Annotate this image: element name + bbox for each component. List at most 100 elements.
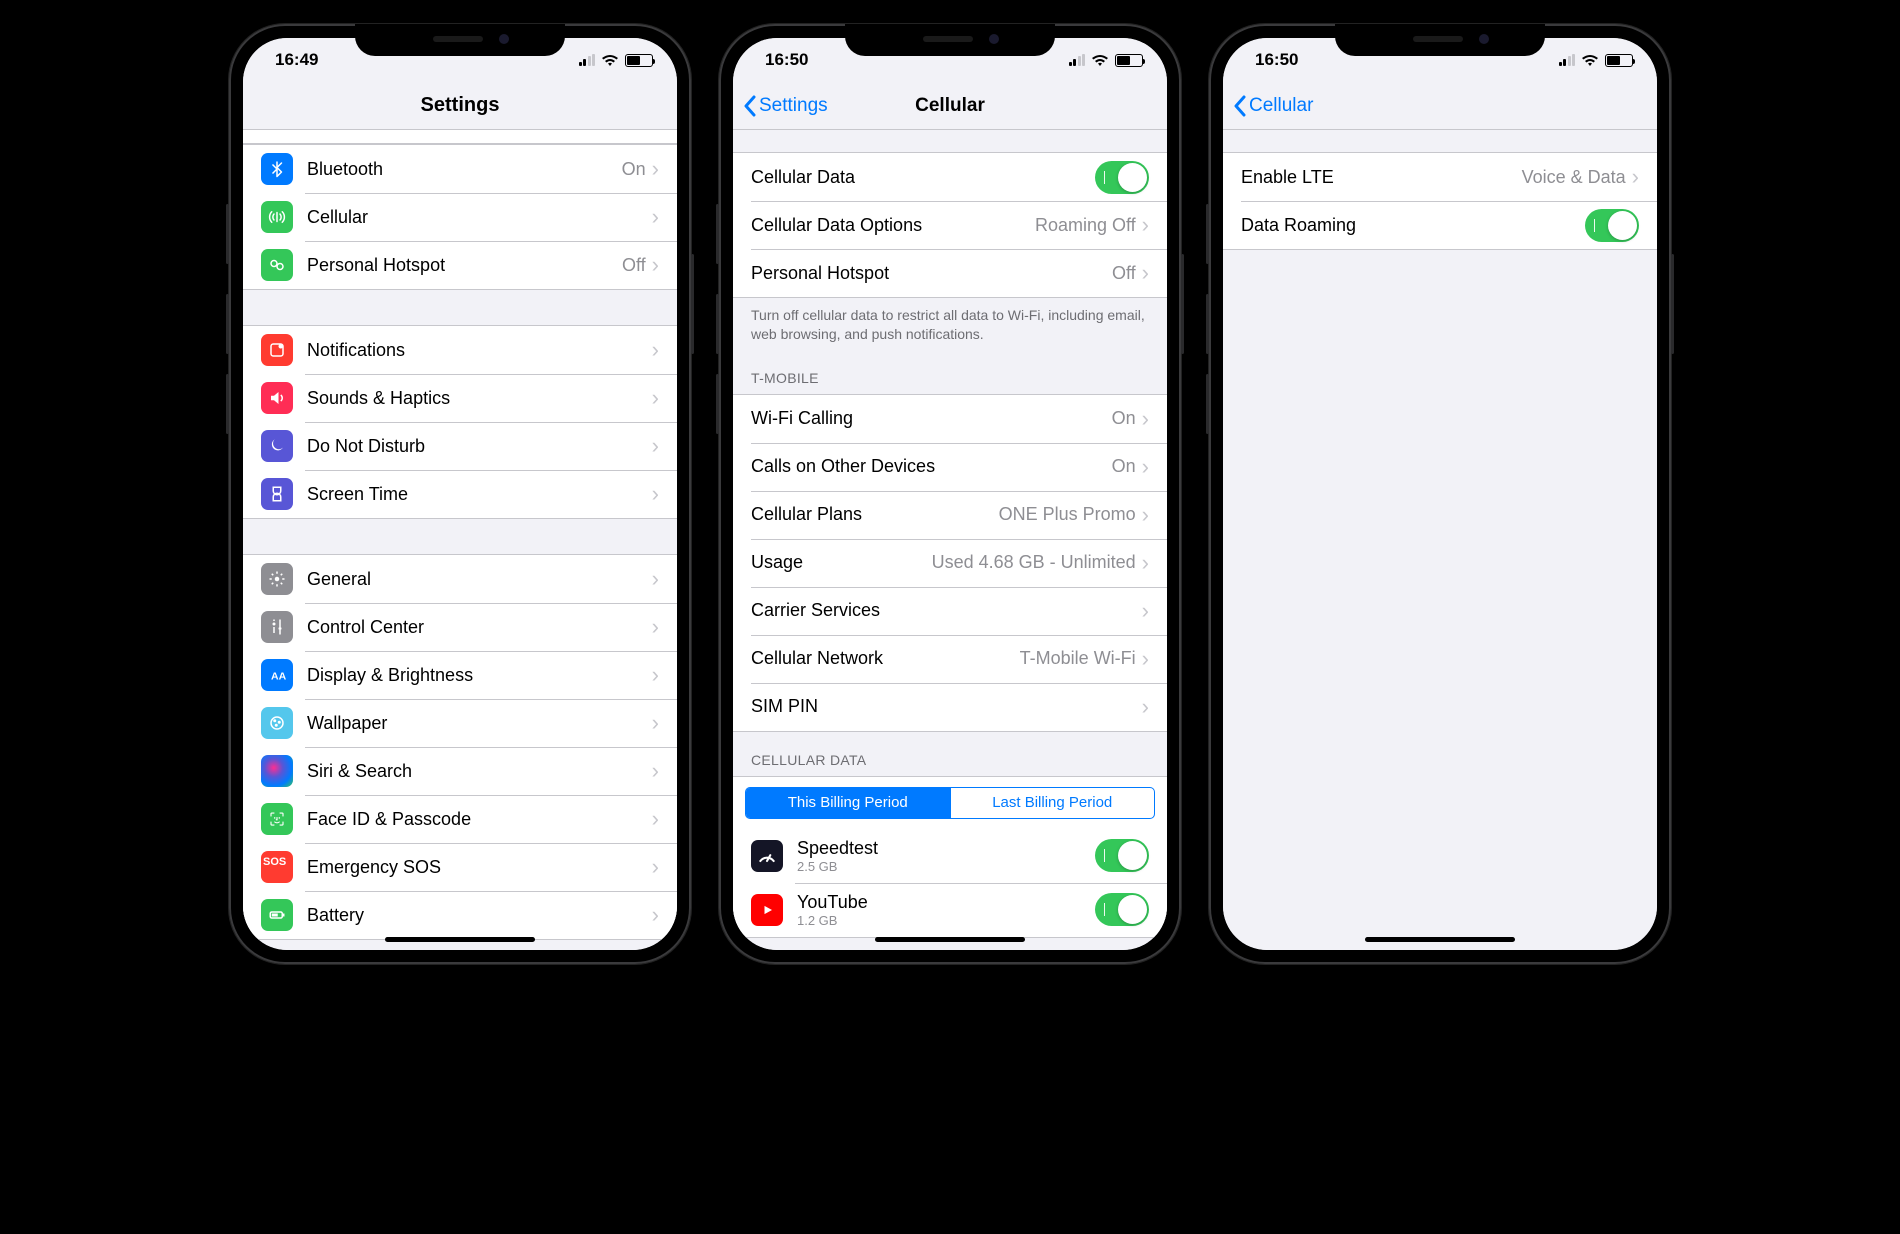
nav-bar: Settings Cellular <box>733 82 1167 130</box>
settings-row-screen-time[interactable]: Screen Time› <box>243 470 677 518</box>
settings-row-general[interactable]: General› <box>243 555 677 603</box>
row-personal-hotspot[interactable]: Personal HotspotOff› <box>733 249 1167 297</box>
sounds-icon <box>261 382 293 414</box>
list-connectivity: BluetoothOn›Cellular›Personal HotspotOff… <box>243 144 677 290</box>
list-lte-options: Enable LTEVoice & Data› Data Roaming <box>1223 152 1657 250</box>
content[interactable]: Enable LTEVoice & Data› Data Roaming <box>1223 130 1657 950</box>
app-usage: 1.2 GB <box>797 913 1095 928</box>
content[interactable]: BluetoothOn›Cellular›Personal HotspotOff… <box>243 130 677 950</box>
chevron-right-icon: › <box>1142 646 1149 672</box>
row-label: Siri & Search <box>307 761 652 782</box>
screen-cellular: 16:50 Settings Cellular Cellular DataCel… <box>733 38 1167 950</box>
group-footer: Turn off cellular data to restrict all d… <box>733 298 1167 350</box>
row-sim-pin[interactable]: SIM PIN› <box>733 683 1167 731</box>
chevron-right-icon: › <box>652 481 659 507</box>
phone-frame-3: 16:50 Cellular Enable LTEVoice & Data› Da… <box>1209 24 1671 964</box>
youtube-app-icon <box>751 894 783 926</box>
row-enable-lte[interactable]: Enable LTEVoice & Data› <box>1223 153 1657 201</box>
home-indicator[interactable] <box>1365 937 1515 942</box>
chevron-right-icon: › <box>1142 454 1149 480</box>
settings-row-cellular[interactable]: Cellular› <box>243 193 677 241</box>
content[interactable]: Cellular Data Cellular Data OptionsRoamin… <box>733 130 1167 950</box>
list-carrier: Wi-Fi CallingOn›Calls on Other DevicesOn… <box>733 394 1167 732</box>
toggle-switch[interactable] <box>1095 893 1149 926</box>
settings-row-notifications[interactable]: Notifications› <box>243 326 677 374</box>
row-label: Cellular <box>307 207 652 228</box>
app-name: YouTube <box>797 892 1095 913</box>
status-time: 16:50 <box>1255 50 1298 70</box>
general-icon <box>261 563 293 595</box>
notch <box>1335 24 1545 56</box>
settings-row-face-id-passcode[interactable]: Face ID & Passcode› <box>243 795 677 843</box>
chevron-left-icon <box>743 95 756 117</box>
settings-row-battery[interactable]: Battery› <box>243 891 677 939</box>
chevron-right-icon: › <box>1632 164 1639 190</box>
row-label: Cellular Data <box>751 167 1095 188</box>
wifi-icon <box>1091 54 1109 67</box>
row-label: SIM PIN <box>751 696 1142 717</box>
hotspot-icon <box>261 249 293 281</box>
row-label: Display & Brightness <box>307 665 652 686</box>
row-label: Notifications <box>307 340 652 361</box>
row-label: Enable LTE <box>1241 167 1522 188</box>
settings-row-personal-hotspot[interactable]: Personal HotspotOff› <box>243 241 677 289</box>
chevron-right-icon: › <box>1142 406 1149 432</box>
dnd-icon <box>261 430 293 462</box>
row-cellular-data-options[interactable]: Cellular Data OptionsRoaming Off› <box>733 201 1167 249</box>
app-row-speedtest[interactable]: Speedtest2.5 GB <box>733 829 1167 883</box>
nav-bar: Settings <box>243 82 677 130</box>
chevron-right-icon: › <box>652 204 659 230</box>
toggle-switch[interactable] <box>1095 839 1149 872</box>
chevron-right-icon: › <box>652 566 659 592</box>
row-cellular-plans[interactable]: Cellular PlansONE Plus Promo› <box>733 491 1167 539</box>
row-label: Data Roaming <box>1241 215 1585 236</box>
row-data-roaming[interactable]: Data Roaming <box>1223 201 1657 249</box>
nav-title: Settings <box>243 94 677 117</box>
nav-back-label: Cellular <box>1249 95 1313 117</box>
chevron-right-icon: › <box>652 710 659 736</box>
row-calls-on-other-devices[interactable]: Calls on Other DevicesOn› <box>733 443 1167 491</box>
row-cellular-data[interactable]: Cellular Data <box>733 153 1167 201</box>
settings-row-wallpaper[interactable]: Wallpaper› <box>243 699 677 747</box>
chevron-right-icon: › <box>652 854 659 880</box>
settings-row-display-brightness[interactable]: AADisplay & Brightness› <box>243 651 677 699</box>
settings-row-do-not-disturb[interactable]: Do Not Disturb› <box>243 422 677 470</box>
group-header-cellular-data: CELLULAR DATA <box>733 732 1167 776</box>
wifi-icon <box>1581 54 1599 67</box>
row-label: Control Center <box>307 617 652 638</box>
row-detail: Roaming Off <box>1035 215 1136 236</box>
toggle-switch[interactable] <box>1585 209 1639 242</box>
list-apps: This Billing Period Last Billing Period … <box>733 776 1167 938</box>
home-indicator[interactable] <box>385 937 535 942</box>
nav-back-button[interactable]: Cellular <box>1233 95 1313 117</box>
row-usage[interactable]: UsageUsed 4.68 GB - Unlimited› <box>733 539 1167 587</box>
settings-row-sounds-haptics[interactable]: Sounds & Haptics› <box>243 374 677 422</box>
nav-bar: Cellular <box>1223 82 1657 130</box>
settings-row-bluetooth[interactable]: BluetoothOn› <box>243 145 677 193</box>
chevron-right-icon: › <box>652 385 659 411</box>
row-carrier-services[interactable]: Carrier Services› <box>733 587 1167 635</box>
toggle-switch[interactable] <box>1095 161 1149 194</box>
chevron-right-icon: › <box>1142 694 1149 720</box>
segment-this-period[interactable]: This Billing Period <box>746 788 950 818</box>
settings-row-emergency-sos[interactable]: SOSEmergency SOS› <box>243 843 677 891</box>
settings-row-siri-search[interactable]: Siri & Search› <box>243 747 677 795</box>
row-detail: On <box>622 159 646 180</box>
display-icon: AA <box>261 659 293 691</box>
app-row-youtube[interactable]: YouTube1.2 GB <box>733 883 1167 937</box>
segment-last-period[interactable]: Last Billing Period <box>950 788 1155 818</box>
row-cellular-network[interactable]: Cellular NetworkT-Mobile Wi-Fi› <box>733 635 1167 683</box>
nav-back-button[interactable]: Settings <box>743 95 828 117</box>
home-indicator[interactable] <box>875 937 1025 942</box>
row-wi-fi-calling[interactable]: Wi-Fi CallingOn› <box>733 395 1167 443</box>
chevron-right-icon: › <box>652 806 659 832</box>
row-detail: On <box>1112 408 1136 429</box>
battery-icon <box>1115 54 1143 67</box>
cellular-icon <box>261 201 293 233</box>
row-label: Personal Hotspot <box>307 255 622 276</box>
row-label: Calls on Other Devices <box>751 456 1112 477</box>
settings-row-control-center[interactable]: Control Center› <box>243 603 677 651</box>
status-right <box>579 54 654 67</box>
group-header-carrier: T-MOBILE <box>733 350 1167 394</box>
billing-period-segmented[interactable]: This Billing Period Last Billing Period <box>745 787 1155 819</box>
